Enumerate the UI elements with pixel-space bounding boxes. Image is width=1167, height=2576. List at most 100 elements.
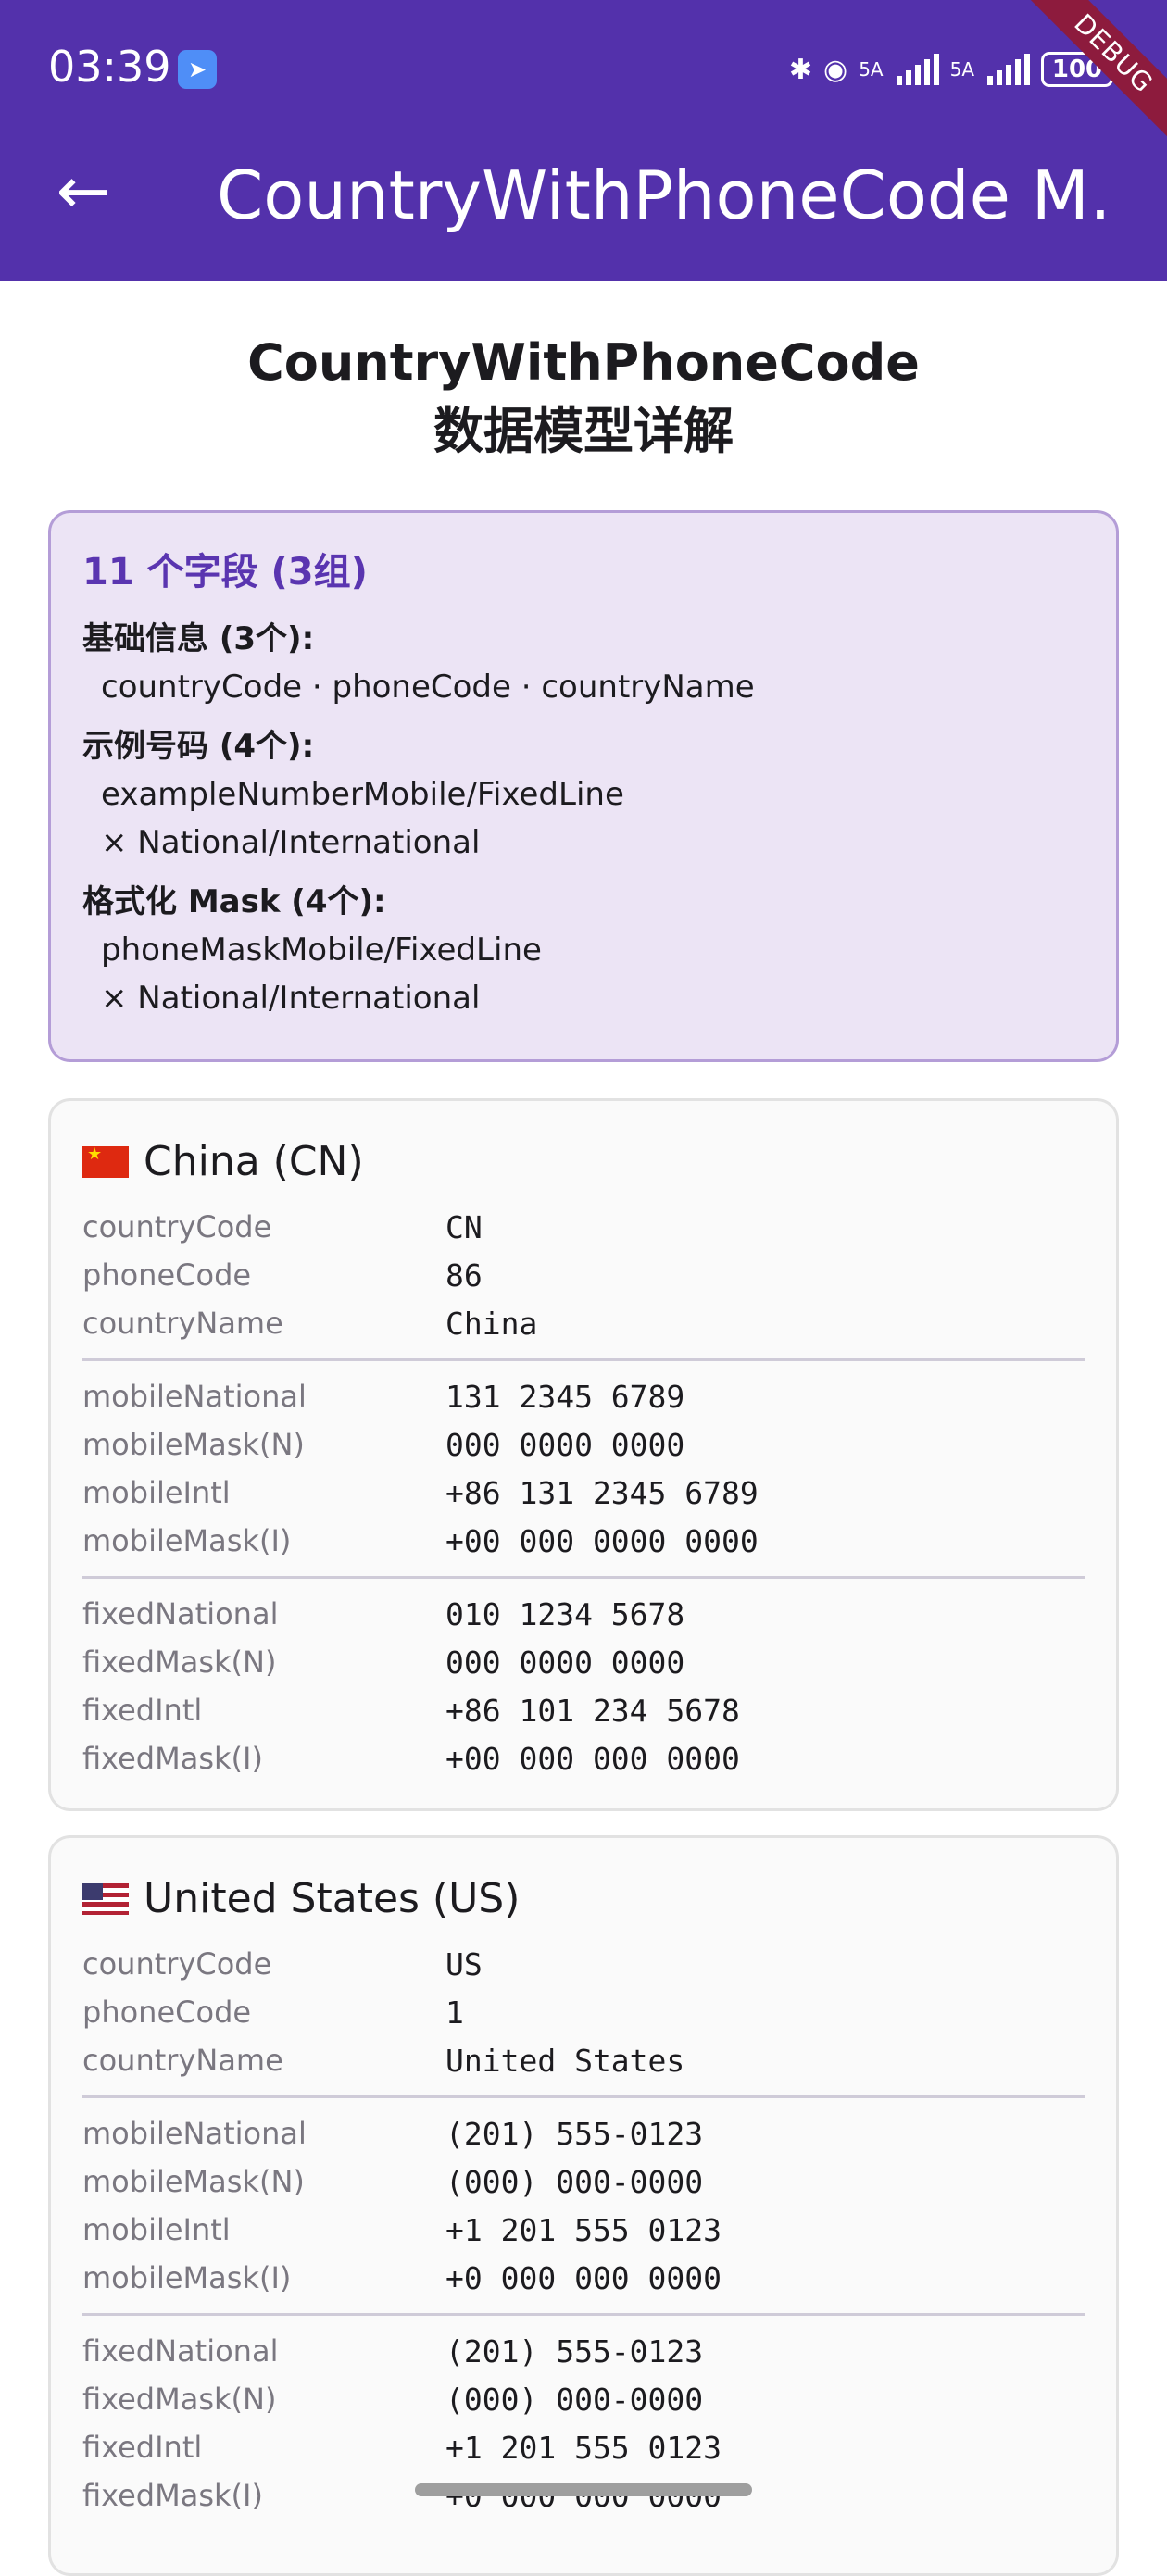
field-label: mobileMask(N): [82, 1427, 305, 1462]
field-label: mobileMask(N): [82, 2164, 305, 2199]
card-title: China (CN): [144, 1138, 364, 1185]
cn-flag-icon: [82, 1146, 129, 1178]
field-row: phoneCode 1: [82, 1988, 1085, 2036]
section-divider: [82, 1576, 1085, 1579]
section-divider: [82, 2095, 1085, 2098]
summary-group-line: × National/International: [101, 824, 481, 861]
field-value: 000 0000 0000: [445, 1644, 685, 1681]
summary-group-line: countryCode · phoneCode · countryName: [101, 669, 755, 706]
field-value: (000) 000-0000: [445, 2381, 704, 2418]
field-label: countryName: [82, 1306, 283, 1341]
field-row: mobileMask(N) 000 0000 0000: [82, 1420, 1085, 1469]
card-title: United States (US): [144, 1875, 521, 1922]
field-label: fixedNational: [82, 1596, 279, 1632]
status-icons: ✱ ◉ 5A 5A 100: [789, 46, 1113, 93]
signal-label-1: 5A: [859, 58, 884, 81]
section-divider: [82, 2313, 1085, 2316]
field-value: 86: [445, 1257, 483, 1294]
field-label: mobileMask(I): [82, 1523, 292, 1558]
field-row: fixedIntl +1 201 555 0123: [82, 2423, 1085, 2471]
app-bar: 03:39 ➤ ✱ ◉ 5A 5A 100 DEBUG ← CountryWit…: [0, 0, 1167, 281]
field-row: mobileIntl +1 201 555 0123: [82, 2206, 1085, 2254]
field-label: fixedMask(N): [82, 1644, 277, 1680]
home-indicator[interactable]: [415, 2483, 752, 2496]
field-value: United States: [445, 2042, 685, 2079]
field-summary-box: 11 个字段 (3组) 基础信息 (3个): countryCode · pho…: [48, 510, 1119, 1062]
field-row: countryName China: [82, 1299, 1085, 1347]
signal-icon-2: [987, 54, 1030, 85]
field-label: mobileIntl: [82, 1475, 231, 1510]
page-title: CountryWithPhoneCode 数据模型详解: [0, 329, 1167, 466]
field-value: 000 0000 0000: [445, 1426, 685, 1463]
app-bar-title: CountryWithPhoneCode M…: [217, 156, 1106, 234]
back-button[interactable]: ←: [46, 154, 120, 228]
us-flag-icon: [82, 1883, 129, 1915]
card-header: China (CN): [82, 1129, 1085, 1195]
summary-group-line: × National/International: [101, 980, 481, 1017]
section-divider: [82, 1358, 1085, 1361]
field-row: fixedMask(N) (000) 000-0000: [82, 2375, 1085, 2423]
field-value: (201) 555-0123: [445, 2332, 704, 2370]
status-time: 03:39: [48, 42, 171, 92]
field-row: mobileMask(I) +00 000 0000 0000: [82, 1517, 1085, 1565]
field-value: +86 101 234 5678: [445, 1692, 740, 1729]
field-label: fixedMask(I): [82, 1741, 263, 1776]
field-label: countryCode: [82, 1209, 272, 1244]
field-row: fixedIntl +86 101 234 5678: [82, 1686, 1085, 1734]
page-title-line2: 数据模型详解: [433, 402, 734, 460]
field-value: +00 000 000 0000: [445, 1740, 740, 1777]
card-header: United States (US): [82, 1866, 1085, 1932]
field-label: countryName: [82, 2043, 283, 2078]
field-row: mobileNational (201) 555-0123: [82, 2109, 1085, 2157]
summary-group-label: 示例号码 (4个):: [82, 728, 315, 765]
field-value: US: [445, 1945, 483, 1982]
summary-group-label: 基础信息 (3个):: [82, 620, 315, 657]
signal-icon: [896, 54, 939, 85]
field-row: phoneCode 86: [82, 1251, 1085, 1299]
arrow-left-icon: ←: [56, 153, 111, 229]
field-label: fixedMask(I): [82, 2478, 263, 2513]
signal-label-2: 5A: [949, 58, 974, 81]
field-row: fixedMask(N) 000 0000 0000: [82, 1638, 1085, 1686]
field-value: +86 131 2345 6789: [445, 1474, 759, 1511]
field-row: fixedMask(I) +00 000 000 0000: [82, 1734, 1085, 1782]
field-label: phoneCode: [82, 1995, 252, 2030]
field-label: mobileMask(I): [82, 2260, 292, 2295]
field-row: countryCode US: [82, 1940, 1085, 1988]
field-value: 1: [445, 1994, 464, 2031]
field-value: 131 2345 6789: [445, 1378, 685, 1415]
field-value: CN: [445, 1208, 483, 1245]
field-label: fixedIntl: [82, 1693, 203, 1728]
field-row: mobileNational 131 2345 6789: [82, 1372, 1085, 1420]
field-label: fixedMask(N): [82, 2382, 277, 2417]
field-value: +1 201 555 0123: [445, 2429, 722, 2466]
field-label: fixedIntl: [82, 2430, 203, 2465]
hotspot-icon: ◉: [823, 53, 848, 86]
bluetooth-icon: ✱: [788, 53, 812, 86]
field-value: China: [445, 1305, 538, 1342]
field-value: (000) 000-0000: [445, 2163, 704, 2200]
field-label: mobileNational: [82, 2116, 307, 2151]
field-value: +00 000 0000 0000: [445, 1522, 759, 1559]
field-row: fixedNational 010 1234 5678: [82, 1590, 1085, 1638]
summary-group-line: exampleNumberMobile/FixedLine: [101, 776, 624, 813]
field-row: fixedNational (201) 555-0123: [82, 2327, 1085, 2375]
field-label: phoneCode: [82, 1257, 252, 1293]
country-card-us: United States (US) countryCode US phoneCo…: [48, 1835, 1119, 2576]
summary-group-line: phoneMaskMobile/FixedLine: [101, 932, 542, 969]
field-value: 010 1234 5678: [445, 1595, 685, 1632]
field-value: +0 000 000 0000: [445, 2259, 722, 2296]
field-label: mobileIntl: [82, 2212, 231, 2247]
field-row: mobileIntl +86 131 2345 6789: [82, 1469, 1085, 1517]
field-value: +1 201 555 0123: [445, 2211, 722, 2248]
field-value: (201) 555-0123: [445, 2115, 704, 2152]
field-label: countryCode: [82, 1946, 272, 1982]
field-row: mobileMask(N) (000) 000-0000: [82, 2157, 1085, 2206]
summary-title: 11 个字段 (3组): [82, 551, 368, 594]
field-row: countryCode CN: [82, 1203, 1085, 1251]
notification-app-icon: ➤: [178, 50, 217, 89]
field-row: countryName United States: [82, 2036, 1085, 2084]
page-title-line1: CountryWithPhoneCode: [247, 333, 920, 392]
country-card-cn: China (CN) countryCode CN phoneCode 86 cou…: [48, 1098, 1119, 1811]
summary-group-label: 格式化 Mask (4个):: [82, 883, 386, 920]
